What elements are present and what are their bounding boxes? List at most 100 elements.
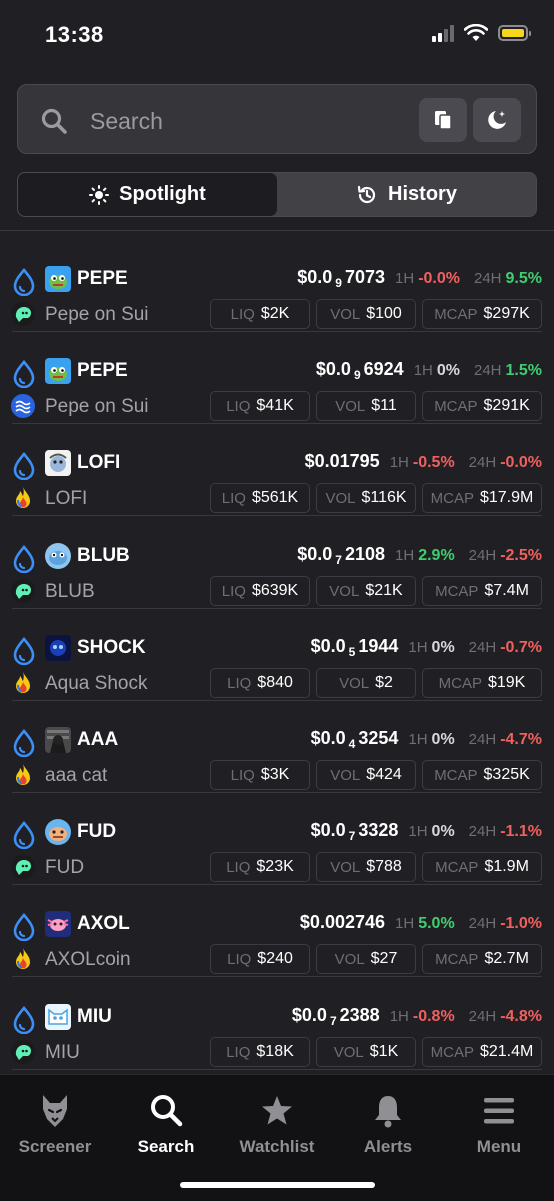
home-indicator	[180, 1182, 375, 1188]
volume-badge: VOL $2	[316, 668, 416, 698]
vol-label: VOL	[330, 766, 361, 784]
change-1h-label: 1H	[395, 915, 415, 932]
change-1h-value: -0.0%	[418, 270, 460, 287]
volume-badge: VOL $116K	[316, 483, 416, 513]
price-digits: 2108	[344, 544, 386, 564]
token-price: $0.0 7 2388	[292, 1005, 380, 1028]
token-row[interactable]: LOFI LOFI $0.01795 1H -0.5% 24H -0.0% LIQ $561K V…	[0, 424, 554, 516]
liq-label: LIQ	[226, 397, 251, 415]
search-input[interactable]	[88, 103, 412, 139]
change-1h-value: 5.0%	[418, 915, 455, 932]
token-name: aaa cat	[45, 765, 108, 786]
tab-spotlight[interactable]: Spotlight	[18, 173, 277, 216]
liq-value: $3K	[260, 766, 290, 783]
price-prefix: $0.0	[291, 1005, 327, 1025]
change-24h-value: -1.1%	[500, 823, 542, 840]
mcap-value: $17.9M	[479, 489, 534, 506]
vol-label: VOL	[329, 582, 360, 600]
vol-value: $100	[366, 305, 402, 322]
tab-watchlist-label: Watchlist	[239, 1137, 315, 1156]
menu-icon	[484, 1098, 514, 1124]
star-icon	[262, 1096, 292, 1125]
token-row[interactable]: AAA aaa cat $0.0 4 3254 1H 0% 24H -4.7% LIQ $3K VOL…	[0, 701, 554, 793]
token-symbol: SHOCK	[77, 637, 146, 658]
liq-label: LIQ	[227, 674, 252, 692]
aaa-logo-icon	[45, 727, 71, 753]
sui-chain-icon	[12, 728, 36, 762]
theme-toggle-button[interactable]	[473, 98, 521, 142]
liquidity-badge: LIQ $41K	[210, 391, 310, 421]
sui-chain-icon	[12, 912, 36, 946]
change-24h-value: -4.8%	[500, 1008, 542, 1025]
price-prefix: $0.0	[310, 820, 346, 840]
liq-value: $561K	[251, 489, 299, 506]
vol-label: VOL	[325, 489, 356, 507]
change-24h-label: 24H	[468, 454, 497, 471]
tab-alerts[interactable]: Alerts	[333, 1093, 443, 1157]
token-row[interactable]: AXOL AXOLcoin $0.002746 1H 5.0% 24H -1.0% LIQ $2…	[0, 885, 554, 977]
sui-chain-icon	[12, 359, 36, 393]
change-1h-value: 0%	[431, 639, 455, 656]
row-divider	[12, 1069, 542, 1070]
price-digits: 1944	[358, 636, 399, 656]
token-name: BLUB	[45, 581, 95, 602]
change-1h-value: -0.5%	[412, 454, 455, 471]
view-segment: Spotlight History	[17, 172, 537, 217]
mcap-value: $2.7M	[484, 950, 529, 967]
change-24h-value: -0.0%	[500, 454, 542, 471]
blub-logo-icon	[45, 543, 71, 569]
token-price: $0.0 9 6924	[316, 359, 404, 382]
cellular-signal-icon	[432, 24, 454, 42]
token-symbol: AAA	[77, 729, 119, 750]
flame-dex-icon	[11, 486, 35, 510]
change-24h-label: 24H	[468, 547, 497, 564]
search-icon	[41, 108, 67, 134]
token-row[interactable]: PEPE Pepe on Sui $0.0 9 6924 1H 0% 24H 1.5% LIQ $4…	[0, 332, 554, 424]
token-row[interactable]: PEPE Pepe on Sui $0.0 9 7073 1H -0.0% 24H 9.5% LI…	[0, 240, 554, 332]
mcap-label: MCAP	[435, 950, 479, 968]
token-symbol: AXOL	[77, 913, 130, 934]
row-divider	[12, 515, 542, 516]
change-1h-label: 1H	[389, 454, 409, 471]
token-row[interactable]: MIU MIU $0.0 7 2388 1H -0.8% 24H -4.8% LIQ $18K VOL…	[0, 978, 554, 1070]
paste-button[interactable]	[419, 98, 467, 142]
token-metrics: $0.0 9 7073 1H -0.0% 24H 9.5%	[297, 267, 542, 290]
green-dex-icon	[11, 302, 35, 326]
sun-icon	[89, 184, 110, 205]
vol-value: $21K	[365, 582, 403, 599]
miu-logo-icon	[45, 1004, 71, 1030]
mcap-label: MCAP	[438, 674, 482, 692]
change-24h-label: 24H	[468, 823, 497, 840]
change-24h-label: 24H	[474, 362, 502, 379]
tab-search[interactable]: Search	[111, 1093, 221, 1157]
sui-chain-icon	[12, 544, 36, 578]
token-stats: LIQ $23K VOL $788 MCAP $1.9M	[210, 852, 542, 882]
volume-badge: VOL $788	[316, 852, 416, 882]
flame-dex-icon	[11, 763, 35, 787]
token-price: $0.0 9 7073	[297, 267, 385, 290]
row-divider	[12, 976, 542, 977]
market-cap-badge: MCAP $297K	[422, 299, 542, 329]
wifi-icon	[464, 24, 488, 41]
token-name: Aqua Shock	[45, 673, 148, 694]
change-24h-value: 9.5%	[505, 270, 542, 287]
liq-label: LIQ	[227, 950, 252, 968]
tab-menu[interactable]: Menu	[444, 1093, 554, 1157]
tab-history[interactable]: History	[277, 173, 536, 216]
change-1h-value: 0%	[436, 362, 460, 379]
token-price: $0.0 5 1944	[311, 636, 399, 659]
sui-chain-icon	[12, 636, 36, 670]
liq-label: LIQ	[226, 1043, 251, 1061]
token-price: $0.0 4 3254	[311, 728, 399, 751]
liquidity-badge: LIQ $3K	[210, 760, 310, 790]
token-row[interactable]: FUD FUD $0.0 7 3328 1H 0% 24H -1.1% LIQ $23K VOL $78…	[0, 793, 554, 885]
green-dex-icon	[11, 855, 35, 879]
change-1h-label: 1H	[395, 270, 415, 287]
token-name: Pepe on Sui	[45, 304, 149, 325]
mcap-label: MCAP	[434, 305, 478, 323]
mcap-value: $19K	[487, 674, 526, 691]
token-row[interactable]: BLUB BLUB $0.0 7 2108 1H 2.9% 24H -2.5% LIQ $639K V…	[0, 517, 554, 609]
token-row[interactable]: SHOCK Aqua Shock $0.0 5 1944 1H 0% 24H -0.7% LIQ $…	[0, 609, 554, 701]
tab-screener[interactable]: Screener	[0, 1093, 110, 1157]
tab-watchlist[interactable]: Watchlist	[222, 1093, 332, 1157]
